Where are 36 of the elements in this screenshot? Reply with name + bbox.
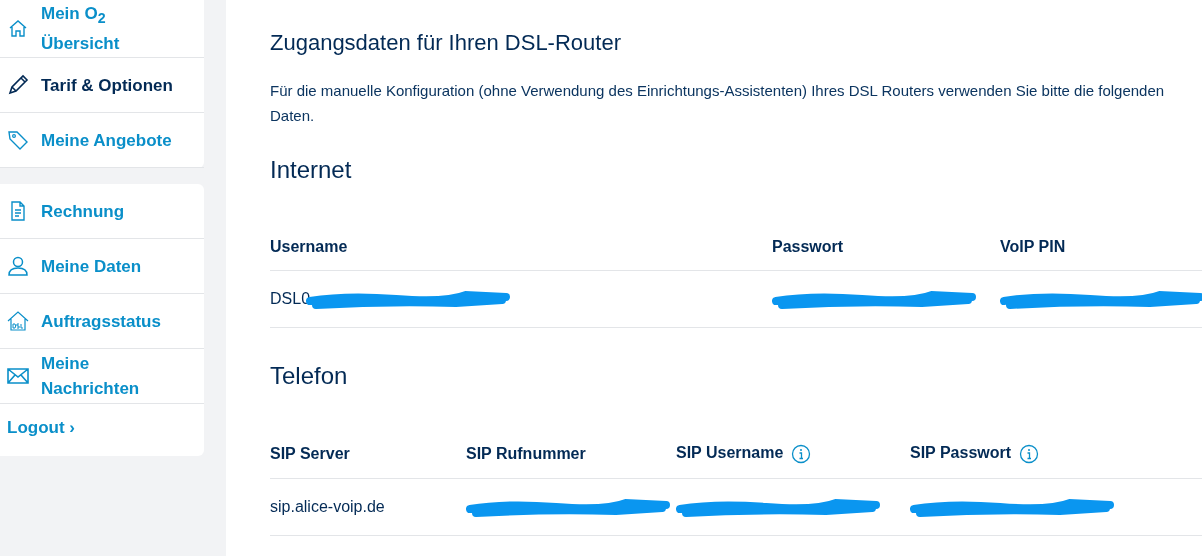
dsl-icon: [7, 310, 29, 332]
column-header: Username: [270, 238, 348, 256]
info-icon[interactable]: [1019, 444, 1040, 464]
column-header: VoIP PIN: [1000, 238, 1066, 256]
person-icon: [7, 255, 29, 277]
sidebar-item[interactable]: Auftragsstatus: [0, 294, 204, 349]
section-heading: Internet: [270, 156, 353, 184]
sidebar-item[interactable]: Meine Daten: [0, 239, 204, 294]
sidebar-item-label: Meine Nachrichten: [41, 353, 141, 400]
info-icon[interactable]: [791, 444, 812, 464]
home-icon: [7, 17, 29, 40]
mail-icon: [7, 365, 29, 387]
sidebar-item-label: Meine Daten: [41, 255, 142, 278]
logout-link[interactable]: Logout ›: [7, 418, 75, 438]
sidebar-item[interactable]: Meine Nachrichten: [0, 349, 204, 404]
sidebar-item[interactable]: Tarif & Optionen: [0, 58, 204, 113]
sidebar-item-label: Meine Angebote: [41, 129, 172, 152]
section-heading: Telefon: [270, 362, 349, 390]
tag-icon: [7, 129, 29, 151]
column-header: Passwort: [772, 238, 844, 256]
intro-text: Für die manuelle Konfiguration (ohne Verwendung des Einrichtungs-Assistenten) Ihres DSL Routers verwenden Sie bitte die folgenden Daten.: [270, 81, 1166, 126]
sidebar-item-label: Auftragsstatus: [41, 310, 161, 333]
table-cell: DSL0: [270, 290, 311, 308]
sidebar-item-label: Tarif & Optionen: [41, 74, 173, 97]
page-title: Zugangsdaten für Ihren DSL-Router: [270, 30, 622, 56]
sidebar-item[interactable]: Mein O$_{2}$ Übersicht: [0, 0, 204, 58]
sidebar-item[interactable]: Rechnung: [0, 184, 204, 239]
column-header: SIP Server: [270, 445, 350, 463]
sidebar-item-label: Mein O$_{2}$ Übersicht: [41, 2, 121, 56]
pencil-icon: [7, 74, 29, 96]
column-header: SIP Username: [676, 444, 784, 463]
sidebar-item-label: Rechnung: [41, 200, 125, 223]
column-header: SIP Passwort: [910, 444, 1012, 463]
sidebar-item[interactable]: Meine Angebote: [0, 113, 204, 168]
column-header: SIP Rufnummer: [466, 445, 586, 463]
table-cell: sip.alice-voip.de: [270, 498, 385, 516]
